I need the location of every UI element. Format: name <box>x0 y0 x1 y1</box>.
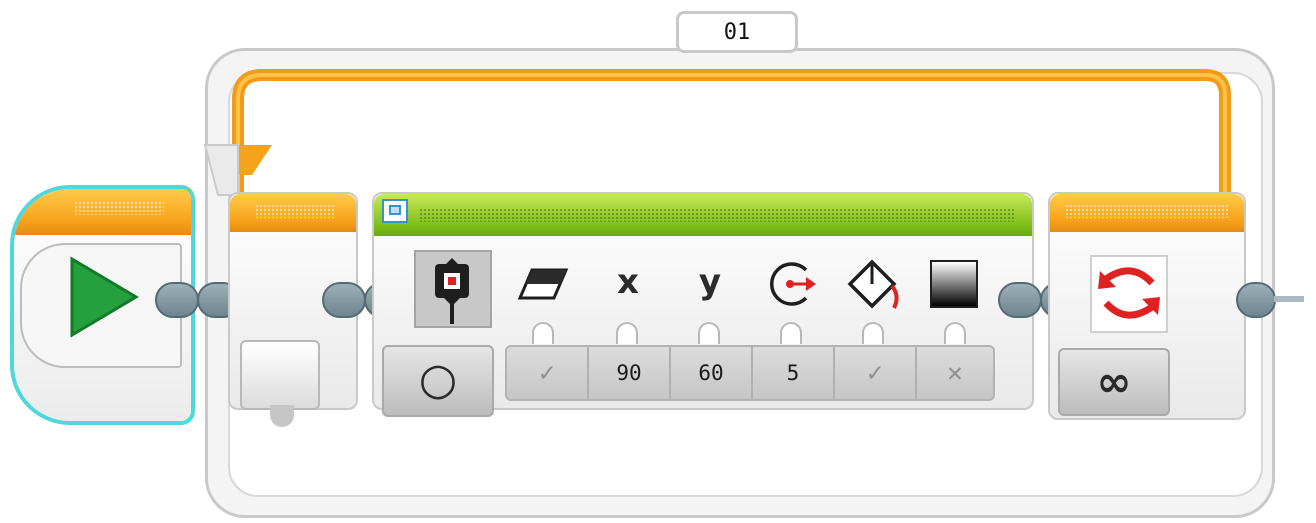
display-icon <box>382 199 408 223</box>
fill-icon <box>847 259 899 309</box>
y-input[interactable]: 60 <box>671 347 753 399</box>
play-icon[interactable] <box>68 255 140 339</box>
clear-screen-input[interactable]: ✓ <box>507 347 589 399</box>
fill-input[interactable]: ✓ <box>835 347 917 399</box>
shape-mode-icon <box>414 250 492 328</box>
start-output-plug <box>155 282 199 318</box>
radius-icon <box>769 262 816 306</box>
loop-output-plug <box>322 282 366 318</box>
loop-mode-selector[interactable]: ∞ <box>1058 348 1170 416</box>
mode-selector[interactable]: ○ <box>382 345 494 417</box>
display-output-plug <box>998 282 1042 318</box>
x-label: x <box>617 262 639 302</box>
color-input[interactable]: ✕ <box>917 347 993 399</box>
eraser-icon <box>517 268 569 300</box>
x-input[interactable]: 90 <box>589 347 671 399</box>
radius-input[interactable]: 5 <box>753 347 835 399</box>
loop-data-wire-slot[interactable] <box>240 340 320 410</box>
sequence-exit-stub <box>1274 296 1304 302</box>
color-icon <box>930 260 978 308</box>
y-label: y <box>698 262 722 302</box>
parameter-row: ✓ 90 60 5 ✓ ✕ <box>505 345 995 401</box>
loop-interrupt-icon <box>1090 255 1168 333</box>
loop-output-plug-end <box>1236 282 1276 318</box>
